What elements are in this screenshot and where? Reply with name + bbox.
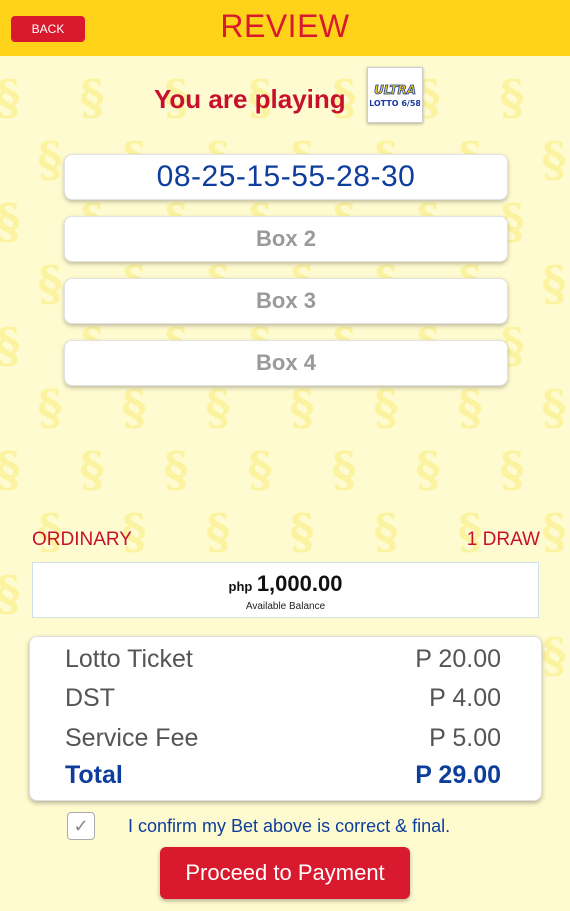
pcso-logo-watermark-icon: § <box>541 132 567 188</box>
fee-summary-card: Lotto Ticket P 20.00 DST P 4.00 Service … <box>29 636 542 801</box>
game-logo-top-text: ULTRA <box>374 83 416 97</box>
summary-row-dst: DST P 4.00 <box>65 684 501 713</box>
number-box-2[interactable]: Box 2 <box>64 216 508 262</box>
summary-row-lotto-ticket: Lotto Ticket P 20.00 <box>65 645 501 674</box>
number-box-4[interactable]: Box 4 <box>64 340 508 386</box>
summary-row-value: P 4.00 <box>429 684 501 712</box>
number-box-3[interactable]: Box 3 <box>64 278 508 324</box>
pcso-logo-watermark-icon: § <box>331 442 357 498</box>
draw-count-label: 1 DRAW <box>466 529 540 550</box>
pcso-logo-watermark-icon: § <box>373 504 399 560</box>
confirm-text: I confirm my Bet above is correct & fina… <box>128 816 451 836</box>
pcso-logo-watermark-icon: § <box>373 380 399 436</box>
pcso-logo-watermark-icon: § <box>163 442 189 498</box>
balance-panel: php 1,000.00 Available Balance <box>32 562 539 618</box>
balance-line: php 1,000.00 <box>33 571 538 597</box>
pcso-logo-watermark-icon: § <box>415 442 441 498</box>
game-logo: ULTRA LOTTO 6/58 <box>367 67 423 123</box>
pcso-logo-watermark-icon: § <box>541 256 567 312</box>
pcso-logo-watermark-icon: § <box>289 380 315 436</box>
pcso-logo-watermark-icon: § <box>457 380 483 436</box>
summary-row-value: P 5.00 <box>429 724 501 752</box>
summary-row-label: DST <box>65 684 115 712</box>
pcso-logo-watermark-icon: § <box>0 322 36 370</box>
confirm-row: ✓ I confirm my Bet above is correct & fi… <box>0 810 570 840</box>
pcso-logo-watermark-icon: § <box>0 198 36 246</box>
number-box-label: 08-25-15-55-28-30 <box>156 160 416 193</box>
playing-label: You are playing <box>154 84 346 114</box>
balance-currency: php <box>228 579 253 594</box>
confirm-checkbox[interactable]: ✓ <box>67 812 95 840</box>
game-logo-bottom-text: LOTTO 6/58 <box>370 99 420 108</box>
ultra-lotto-logo-icon: ULTRA LOTTO 6/58 <box>370 80 420 110</box>
pcso-logo-watermark-icon: § <box>541 380 567 436</box>
check-icon: ✓ <box>73 815 89 836</box>
number-box-label: Box 4 <box>256 350 316 375</box>
balance-caption: Available Balance <box>245 601 326 612</box>
pcso-logo-watermark-icon: § <box>0 570 36 618</box>
proceed-to-payment-button[interactable]: Proceed to Payment <box>160 847 410 899</box>
pcso-logo-watermark-icon: § <box>121 380 147 436</box>
total-value: P 29.00 <box>415 761 501 789</box>
page-title: REVIEW <box>220 8 350 44</box>
top-header-bar: BACK REVIEW <box>0 0 570 56</box>
number-box-label: Box 3 <box>256 288 316 313</box>
summary-row-total: Total P 29.00 <box>65 761 501 790</box>
summary-row-service-fee: Service Fee P 5.00 <box>65 724 501 753</box>
pcso-logo-watermark-icon: § <box>205 380 231 436</box>
pcso-logo-watermark-icon: § <box>37 380 63 436</box>
pcso-logo-watermark-icon: § <box>205 504 231 560</box>
pcso-logo-watermark-icon: § <box>79 442 105 498</box>
game-info-row: You are playing ULTRA LOTTO 6/58 <box>0 66 570 124</box>
total-label: Total <box>65 761 123 789</box>
bet-type-label: ORDINARY <box>32 529 132 550</box>
pcso-logo-watermark-icon: § <box>0 446 36 494</box>
pcso-logo-watermark-icon: § <box>499 442 525 498</box>
number-box-1[interactable]: 08-25-15-55-28-30 <box>64 154 508 200</box>
summary-row-value: P 20.00 <box>415 645 501 673</box>
summary-row-label: Lotto Ticket <box>65 645 193 673</box>
pcso-logo-watermark-icon: § <box>247 442 273 498</box>
pcso-logo-watermark-icon: § <box>289 504 315 560</box>
summary-row-label: Service Fee <box>65 724 199 752</box>
number-box-label: Box 2 <box>256 226 316 251</box>
balance-amount: 1,000.00 <box>256 571 343 596</box>
